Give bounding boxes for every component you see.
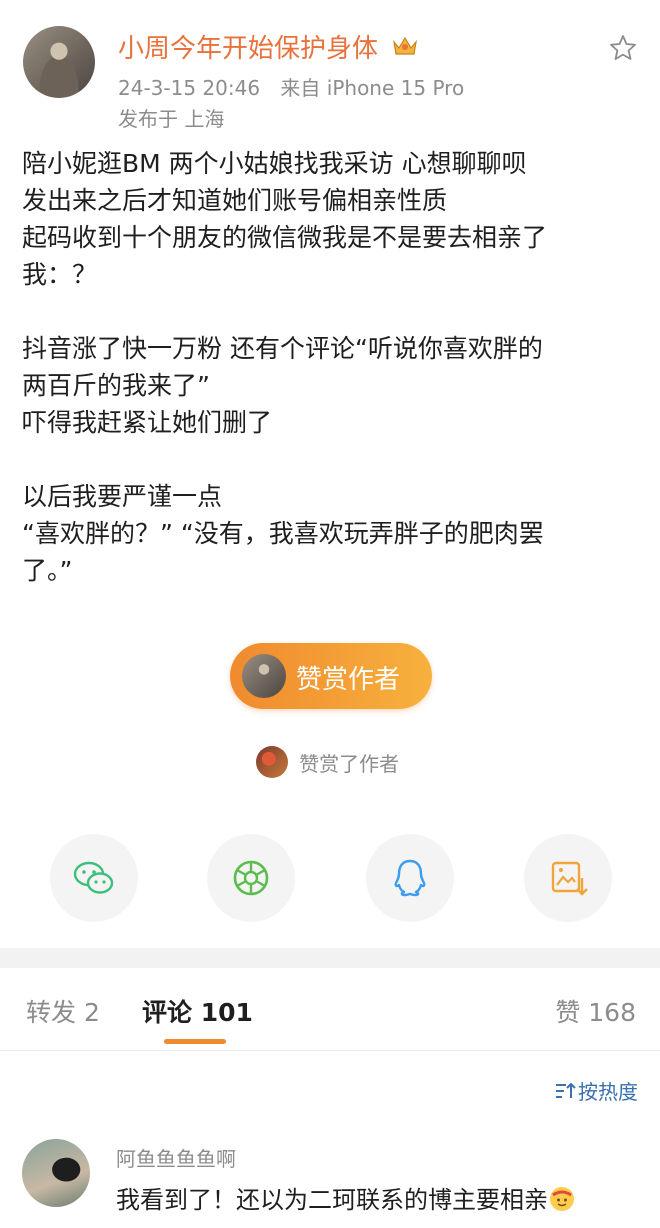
author-name-row[interactable]: 小周今年开始保护身体 (118, 28, 418, 65)
sort-icon (554, 1081, 576, 1106)
post-source: 来自 iPhone 15 Pro (280, 76, 465, 100)
qq-icon (394, 859, 426, 897)
save-image-button[interactable] (524, 834, 612, 922)
reward-author-button[interactable]: 赞赏作者 (230, 643, 432, 709)
save-image-icon (551, 861, 588, 896)
tabs-divider (0, 1050, 660, 1051)
author-avatar[interactable] (23, 26, 95, 98)
share-qq-button[interactable] (366, 834, 454, 922)
commenter-name[interactable]: 阿鱼鱼鱼鱼啊 (116, 1143, 236, 1172)
comment-text: 我看到了！还以为二珂联系的博主要相亲 (116, 1186, 548, 1214)
wechat-icon (73, 861, 114, 894)
share-wechat-button[interactable] (50, 834, 138, 922)
post-content: 陪小妮逛BM 两个小姑娘找我采访 心想聊聊呗 发出来之后才知道她们账号偏相亲性质… (22, 145, 640, 589)
moments-icon (233, 860, 269, 896)
share-moments-button[interactable] (207, 834, 295, 922)
post-paragraph: 抖音涨了快一万粉 还有个评论“听说你喜欢胖的 两百斤的我来了” 吓得我赶紧让她们… (22, 334, 543, 437)
post-meta: 24-3-15 20:46 来自 iPhone 15 Pro (118, 72, 464, 101)
post-paragraph: 以后我要严谨一点 “喜欢胖的？” “没有，我喜欢玩弄胖子的肥肉罢 了。” (22, 482, 544, 585)
author-name[interactable]: 小周今年开始保护身体 (118, 34, 378, 64)
tab-comments[interactable]: 评论 101 (142, 993, 253, 1029)
sort-by-hot-button[interactable]: 按热度 (554, 1076, 638, 1106)
favorite-star-icon[interactable] (608, 33, 638, 67)
post-timestamp: 24-3-15 20:46 (118, 76, 261, 100)
commenter-avatar[interactable] (22, 1139, 90, 1207)
comment-text-row: 我看到了！还以为二珂联系的博主要相亲 (116, 1180, 574, 1215)
section-divider (0, 948, 660, 968)
sort-label: 按热度 (578, 1080, 638, 1104)
tab-reposts[interactable]: 转发 2 (26, 993, 100, 1029)
tab-likes[interactable]: 赞 168 (555, 993, 636, 1029)
reward-button-label: 赞赏作者 (296, 665, 401, 695)
rewarded-label: 赞赏了作者 (299, 751, 400, 776)
rewarded-by[interactable]: 赞赏了作者 (256, 746, 399, 778)
crown-badge-icon (392, 34, 418, 65)
post-location: 发布于 上海 (118, 107, 225, 131)
reward-author-avatar (242, 654, 286, 698)
cheer-emoji-icon (550, 1187, 574, 1211)
active-tab-indicator (164, 1039, 226, 1044)
post-paragraph: 陪小妮逛BM 两个小姑娘找我采访 心想聊聊呗 发出来之后才知道她们账号偏相亲性质… (22, 149, 548, 289)
rewarder-avatar (256, 746, 288, 778)
